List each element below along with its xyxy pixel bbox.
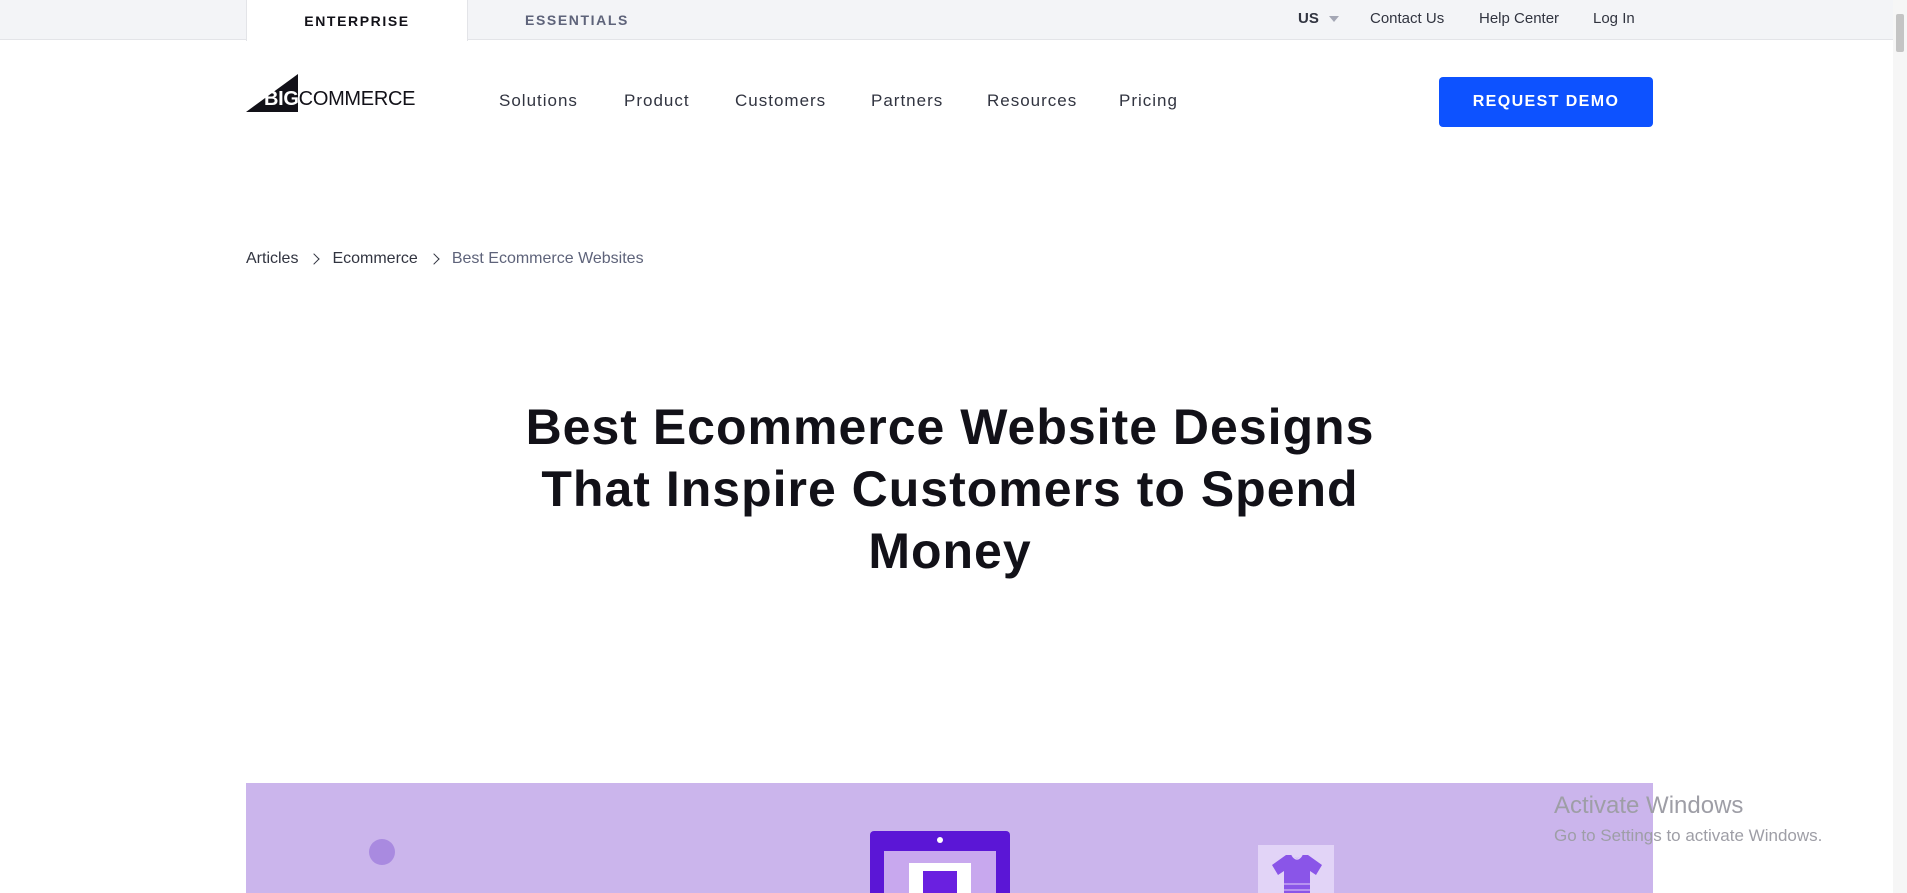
page-title: Best Ecommerce Website Designs That Insp…: [450, 396, 1450, 582]
logo-big-text: BIG: [264, 88, 299, 110]
product-tile: [1258, 845, 1334, 893]
region-label: US: [1298, 9, 1319, 27]
product-image: [923, 871, 957, 893]
region-selector[interactable]: US: [1298, 0, 1339, 36]
bigcommerce-logo[interactable]: BIGCOMMERCE: [246, 74, 416, 114]
decorative-dot: [369, 839, 395, 865]
nav-partners[interactable]: Partners: [871, 88, 943, 114]
chevron-down-icon: [1328, 15, 1339, 22]
nav-customers[interactable]: Customers: [735, 88, 826, 114]
utility-bar: ENTERPRISE ESSENTIALS US Contact Us Help…: [0, 0, 1907, 41]
breadcrumb-current: Best Ecommerce Websites: [451, 250, 644, 267]
activate-windows-subtitle: Go to Settings to activate Windows.: [1554, 826, 1823, 845]
chevron-right-icon: [308, 253, 321, 265]
page-title-line-1: Best Ecommerce Website Designs: [525, 399, 1375, 455]
scrollbar-thumb[interactable]: [1896, 14, 1904, 52]
contact-us-link[interactable]: Contact Us: [1370, 0, 1444, 36]
product-card: [909, 863, 971, 893]
chevron-right-icon: [428, 253, 440, 265]
log-in-link[interactable]: Log In: [1593, 0, 1635, 36]
tab-enterprise[interactable]: ENTERPRISE: [246, 0, 468, 41]
nav-pricing[interactable]: Pricing: [1119, 88, 1178, 114]
activate-windows-title: Activate Windows: [1554, 792, 1744, 819]
breadcrumb-ecommerce[interactable]: Ecommerce: [332, 250, 417, 268]
tab-essentials[interactable]: ESSENTIALS: [468, 0, 686, 40]
nav-product[interactable]: Product: [624, 88, 690, 114]
breadcrumb: Articles Ecommerce Best Ecommerce Websit…: [246, 250, 644, 268]
tablet-icon: [870, 831, 1010, 893]
nav-resources[interactable]: Resources: [987, 88, 1077, 114]
request-demo-button[interactable]: REQUEST DEMO: [1439, 77, 1653, 127]
logo-wordmark: BIGCOMMERCE: [264, 88, 415, 111]
tablet-screen: [884, 851, 996, 893]
help-center-link[interactable]: Help Center: [1479, 0, 1559, 36]
nav-solutions[interactable]: Solutions: [499, 88, 578, 114]
page-title-line-2: That Inspire Customers to Spend: [541, 461, 1359, 517]
logo-commerce-text: COMMERCE: [298, 88, 416, 110]
breadcrumb-articles[interactable]: Articles: [246, 250, 298, 268]
tshirt-icon: [1272, 854, 1322, 893]
tablet-camera: [937, 837, 943, 843]
page-scrollbar[interactable]: [1893, 0, 1907, 893]
hero-illustration: [246, 783, 1653, 893]
page-title-line-3: Money: [868, 523, 1032, 579]
